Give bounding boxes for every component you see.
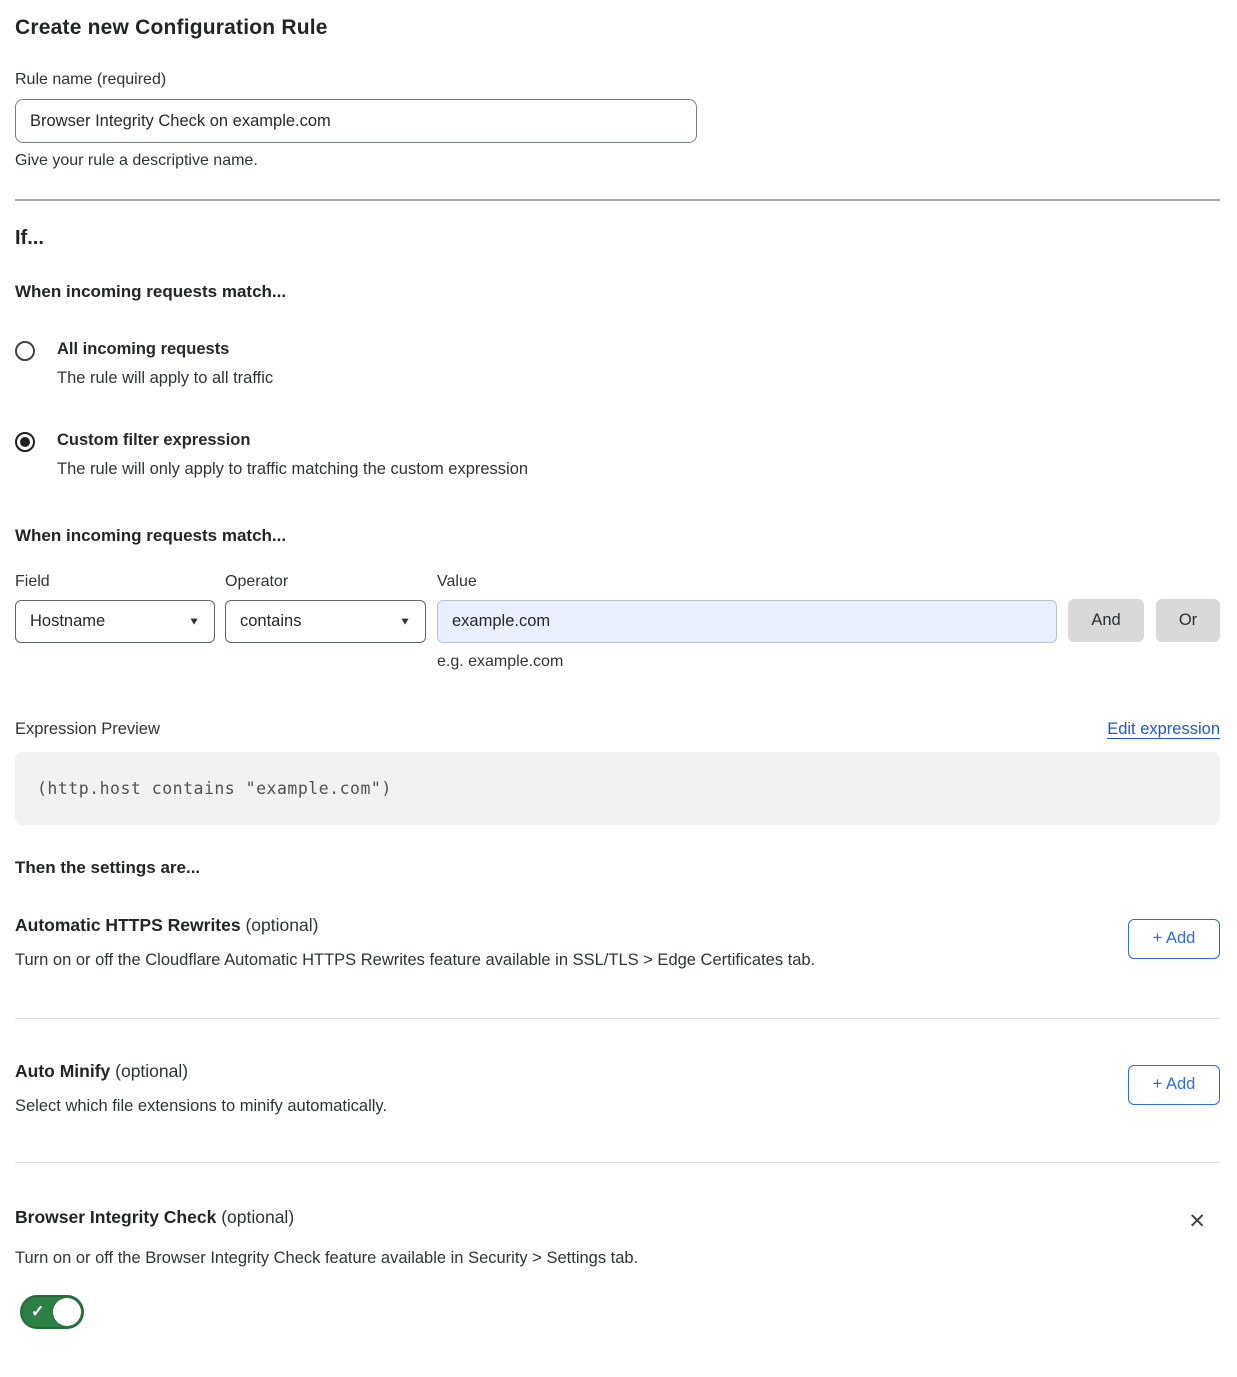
match-heading: When incoming requests match... xyxy=(15,282,1220,302)
radio-all-incoming-requests[interactable]: All incoming requests The rule will appl… xyxy=(15,340,1220,388)
setting-auto-minify: Auto Minify (optional) Select which file… xyxy=(15,1061,1220,1116)
operator-select-value: contains xyxy=(240,612,301,631)
and-button[interactable]: And xyxy=(1068,599,1144,642)
add-automatic-https-rewrites-button[interactable]: + Add xyxy=(1128,919,1220,959)
toggle-knob[interactable] xyxy=(53,1298,81,1326)
setting-browser-integrity-check: Browser Integrity Check (optional) ✕ Tur… xyxy=(15,1207,1220,1329)
radio-description: The rule will apply to all traffic xyxy=(57,369,273,388)
field-select[interactable]: Hostname ▼ xyxy=(15,600,215,643)
radio-button-icon[interactable] xyxy=(15,341,35,361)
setting-title: Automatic HTTPS Rewrites xyxy=(15,915,241,935)
radio-button-icon[interactable] xyxy=(15,432,35,452)
setting-optional-tag: (optional) xyxy=(245,915,318,935)
expression-preview-label: Expression Preview xyxy=(15,720,160,739)
setting-title: Auto Minify xyxy=(15,1061,110,1081)
rule-name-helper: Give your rule a descriptive name. xyxy=(15,152,1220,170)
setting-automatic-https-rewrites: Automatic HTTPS Rewrites (optional) Turn… xyxy=(15,915,1220,970)
setting-optional-tag: (optional) xyxy=(221,1207,294,1227)
expression-preview-panel: (http.host contains "example.com") xyxy=(15,752,1220,825)
setting-description: Turn on or off the Cloudflare Automatic … xyxy=(15,951,815,970)
field-label: Field xyxy=(15,573,215,591)
close-icon[interactable]: ✕ xyxy=(1186,1209,1208,1234)
check-icon: ✓ xyxy=(31,1301,44,1321)
radio-label: All incoming requests xyxy=(57,340,273,360)
expression-code: (http.host contains "example.com") xyxy=(37,779,392,798)
rule-name-input[interactable] xyxy=(15,99,697,143)
expression-preview-header: Expression Preview Edit expression xyxy=(15,720,1220,739)
radio-description: The rule will only apply to traffic matc… xyxy=(57,460,528,479)
settings-heading: Then the settings are... xyxy=(15,858,1220,878)
operator-select[interactable]: contains ▼ xyxy=(225,600,426,643)
setting-title: Browser Integrity Check xyxy=(15,1207,216,1227)
section-divider xyxy=(15,199,1220,201)
field-select-value: Hostname xyxy=(30,612,105,631)
page-title: Create new Configuration Rule xyxy=(15,16,1220,40)
chevron-down-icon: ▼ xyxy=(399,615,411,627)
chevron-down-icon: ▼ xyxy=(188,615,200,627)
filter-heading: When incoming requests match... xyxy=(15,526,1220,546)
edit-expression-link[interactable]: Edit expression xyxy=(1107,720,1220,739)
create-configuration-rule-form: Create new Configuration Rule Rule name … xyxy=(0,0,1237,1369)
add-auto-minify-button[interactable]: + Add xyxy=(1128,1065,1220,1105)
browser-integrity-check-toggle[interactable]: ✓ xyxy=(20,1295,84,1329)
setting-description: Turn on or off the Browser Integrity Che… xyxy=(15,1249,1220,1268)
value-input[interactable] xyxy=(437,600,1057,643)
rule-name-label: Rule name (required) xyxy=(15,71,1220,89)
filter-expression-builder: Field Hostname ▼ Operator contains ▼ Val… xyxy=(15,573,1220,671)
rule-name-section: Rule name (required) Give your rule a de… xyxy=(15,71,1220,170)
setting-optional-tag: (optional) xyxy=(115,1061,188,1081)
section-divider xyxy=(15,1018,1220,1019)
value-helper: e.g. example.com xyxy=(437,653,1057,671)
section-divider xyxy=(15,1162,1220,1163)
operator-label: Operator xyxy=(225,573,426,591)
value-label: Value xyxy=(437,573,1057,591)
if-heading: If... xyxy=(15,227,1220,250)
radio-label: Custom filter expression xyxy=(57,431,528,451)
setting-description: Select which file extensions to minify a… xyxy=(15,1097,387,1116)
request-match-radio-group: All incoming requests The rule will appl… xyxy=(15,340,1220,479)
or-button[interactable]: Or xyxy=(1156,599,1220,642)
radio-custom-filter-expression[interactable]: Custom filter expression The rule will o… xyxy=(15,431,1220,479)
